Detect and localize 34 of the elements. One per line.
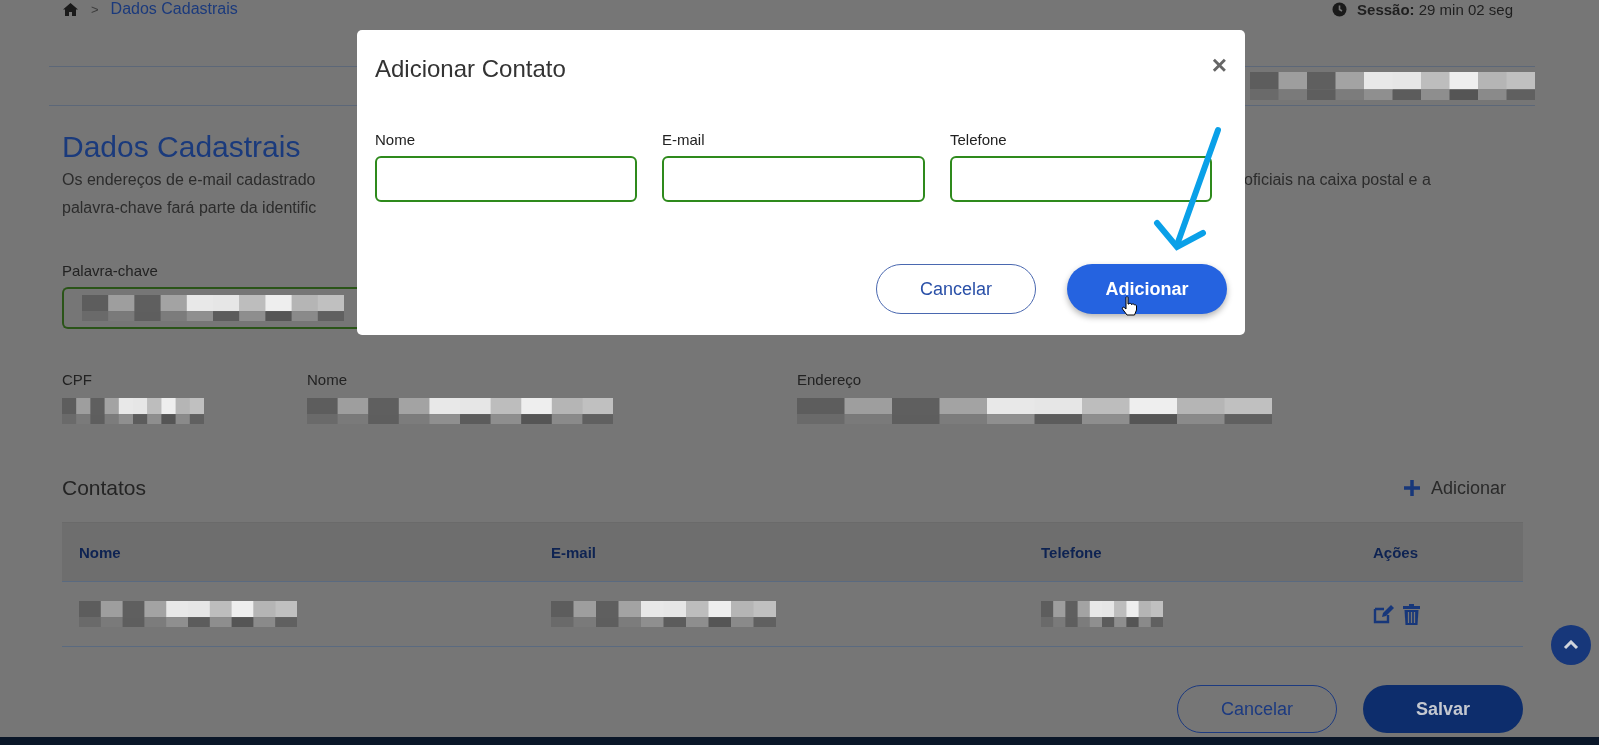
trash-icon[interactable]	[1403, 603, 1420, 625]
breadcrumb-separator: >	[91, 1, 99, 17]
close-button[interactable]: ×	[1211, 52, 1227, 78]
add-button[interactable]: Adicionar	[1067, 264, 1227, 314]
column-header: E-mail	[551, 543, 596, 561]
home-icon[interactable]	[62, 1, 79, 17]
field-label: E-mail	[662, 131, 706, 148]
cancel-button[interactable]: Cancelar	[876, 264, 1036, 314]
page-title: Dados Cadastrais	[62, 130, 301, 165]
input-field[interactable]	[950, 156, 1212, 202]
field-label: CPF	[62, 371, 93, 388]
input-field[interactable]	[375, 156, 637, 202]
scroll-top-button[interactable]	[1551, 625, 1591, 665]
column-header: Nome	[79, 543, 121, 561]
description-text: oficiais na caixa postal e a	[1244, 170, 1431, 190]
column-header: Telefone	[1041, 543, 1102, 561]
field-label: Telefone	[950, 131, 1008, 148]
plus-icon	[1402, 479, 1421, 497]
field-label: Nome	[307, 371, 348, 388]
session-timer: Sessão: 29 min 02 seg	[1357, 0, 1513, 18]
chevron-up-icon	[1563, 640, 1579, 650]
field-label: Nome	[375, 131, 416, 148]
field-label: Endereço	[797, 371, 863, 388]
dialog-title: Adicionar Contato	[375, 55, 566, 83]
field-label: Palavra-chave	[62, 262, 159, 279]
description-text: Os endereços de e-mail cadastrado	[62, 170, 317, 190]
hand-cursor-icon	[1121, 296, 1137, 316]
description-text: palavra-chave fará parte da identific	[62, 198, 318, 218]
edit-icon[interactable]	[1373, 604, 1395, 624]
add-contact-link[interactable]: Adicionar	[1402, 477, 1506, 499]
save-button[interactable]: Salvar	[1363, 685, 1523, 733]
section-title: Contatos	[62, 476, 147, 500]
input-field[interactable]	[662, 156, 925, 202]
column-header: Ações	[1373, 543, 1419, 561]
